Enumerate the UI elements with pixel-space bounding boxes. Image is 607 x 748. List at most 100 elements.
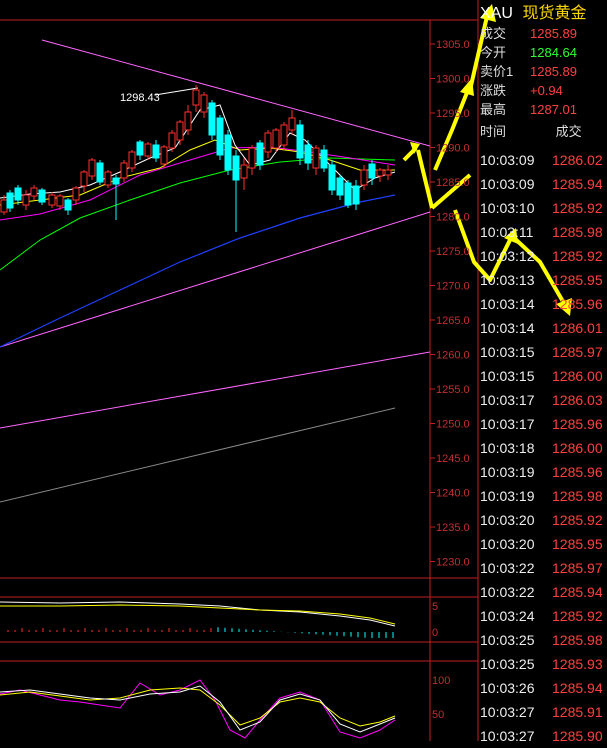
trade-row: 10:03:17 1286.03 [480, 388, 603, 412]
candle-body [184, 111, 192, 131]
trendline-upper [41, 39, 431, 147]
candle-body [272, 129, 280, 149]
trade-price: 1285.93 [552, 656, 603, 672]
kdj-axis-label: 50 [432, 709, 444, 721]
trade-time: 10:03:19 [480, 464, 535, 480]
trade-time: 10:03:27 [480, 704, 535, 720]
trade-row: 10:03:24 1285.92 [480, 604, 603, 628]
candle-body [112, 177, 120, 185]
trade-time: 10:03:20 [480, 512, 535, 528]
trade-row: 10:03:15 1285.97 [480, 340, 603, 364]
axis-tick-label: 1300.0 [436, 74, 470, 86]
trade-time: 10:03:17 [480, 416, 535, 432]
trade-time: 10:03:26 [480, 680, 535, 696]
trade-time: 10:03:14 [480, 296, 535, 312]
candle-body [232, 155, 240, 181]
time-header: 时间 [480, 124, 507, 139]
trade-time: 10:03:24 [480, 608, 535, 624]
trade-time: 10:03:15 [480, 368, 535, 384]
candle-body [248, 147, 256, 169]
trade-time: 10:03:22 [480, 560, 535, 576]
trade-price: 1285.92 [552, 200, 603, 216]
trade-time: 10:03:18 [480, 440, 535, 456]
trade-time: 10:03:25 [480, 656, 535, 672]
axis-tick-label: 1280.0 [436, 212, 470, 224]
trade-price: 1286.00 [552, 368, 603, 384]
annotation-leader [154, 87, 199, 96]
axis-tick-label: 1285.0 [436, 177, 470, 189]
axis-tick-label: 1235.0 [436, 522, 470, 534]
axis-tick-label: 1230.0 [436, 557, 470, 569]
candle-body [38, 189, 46, 203]
candle-body [120, 162, 128, 179]
candle-body [72, 187, 80, 201]
candle-body [48, 194, 56, 206]
quote-field-row: 卖价1 1285.89 [480, 62, 577, 82]
candle-body [0, 199, 8, 213]
candle-body [96, 162, 104, 183]
quote-field-value: 1285.89 [530, 64, 577, 79]
trade-row: 10:03:25 1285.98 [480, 628, 603, 652]
axis-tick-label: 1245.0 [436, 453, 470, 465]
trade-time: 10:03:27 [480, 728, 535, 744]
trade-row: 10:03:27 1285.91 [480, 700, 603, 724]
candle-body [14, 187, 22, 201]
candle-body [56, 195, 64, 207]
candle-body [256, 142, 264, 166]
ma-white [0, 104, 396, 199]
trendline-lower [0, 211, 431, 348]
trade-price: 1285.98 [552, 632, 603, 648]
trade-row: 10:03:09 1286.02 [480, 148, 603, 172]
trade-price: 1285.98 [552, 488, 603, 504]
candle-body [168, 132, 176, 149]
candle-body [22, 194, 30, 206]
trade-price: 1285.95 [552, 272, 603, 288]
trades-header: 时间 成交 [480, 122, 582, 142]
trade-row: 10:03:11 1285.98 [480, 220, 603, 244]
candle-body [384, 169, 392, 176]
quote-field-label: 涨跌 [480, 83, 507, 98]
candle-body [280, 124, 288, 146]
trade-time: 10:03:13 [480, 272, 535, 288]
trade-row: 10:03:26 1285.94 [480, 676, 603, 700]
trade-row: 10:03:14 1285.96 [480, 292, 603, 316]
candle-body [296, 124, 304, 159]
quote-panel: XAU 现货黄金 成交 1285.89 今开 1284.64 卖价1 1285.89 涨跌 +… [478, 0, 607, 744]
trade-row: 10:03:15 1286.00 [480, 364, 603, 388]
trade-time: 10:03:17 [480, 392, 535, 408]
candle-body [336, 177, 344, 196]
trade-price: 1285.97 [552, 560, 603, 576]
trade-time: 10:03:11 [480, 224, 534, 240]
candle-body [328, 164, 336, 191]
trade-price: 1285.92 [552, 608, 603, 624]
axis-tick-label: 1295.0 [436, 108, 470, 120]
trade-price: 1285.98 [552, 224, 603, 240]
trade-row: 10:03:20 1285.92 [480, 508, 603, 532]
trade-row: 10:03:19 1285.98 [480, 484, 603, 508]
candle-body [176, 121, 184, 141]
trade-row: 10:03:09 1285.94 [480, 172, 603, 196]
instrument-name: 现货黄金 [522, 5, 587, 22]
trade-row: 10:03:22 1285.94 [480, 580, 603, 604]
price-header: 成交 [555, 124, 582, 139]
trade-price: 1285.96 [552, 296, 603, 312]
trade-time: 10:03:14 [480, 320, 535, 336]
candle-body [352, 185, 360, 205]
trade-price: 1286.01 [552, 320, 603, 336]
ma-yellow [0, 139, 395, 206]
ma-blue [0, 194, 396, 348]
kdj-j-line [0, 679, 396, 739]
symbol-label: XAU [480, 5, 513, 22]
price-axis: 1305.0 1300.0 1295.0 1290.0 1285.0 1280.0 1275… [430, 39, 470, 721]
candle-body [288, 117, 296, 131]
axis-tick-label: 1265.0 [436, 315, 470, 327]
trade-price: 1285.95 [552, 536, 603, 552]
trade-row: 10:03:25 1285.93 [480, 652, 603, 676]
trade-price: 1285.97 [552, 344, 603, 360]
high-annotation: 1298.43 [120, 92, 160, 104]
quote-field-row: 今开 1284.64 [480, 43, 577, 63]
trade-price: 1285.91 [552, 704, 603, 720]
candle-body [200, 94, 208, 113]
candle-body [64, 199, 72, 211]
candle-body [304, 144, 312, 164]
